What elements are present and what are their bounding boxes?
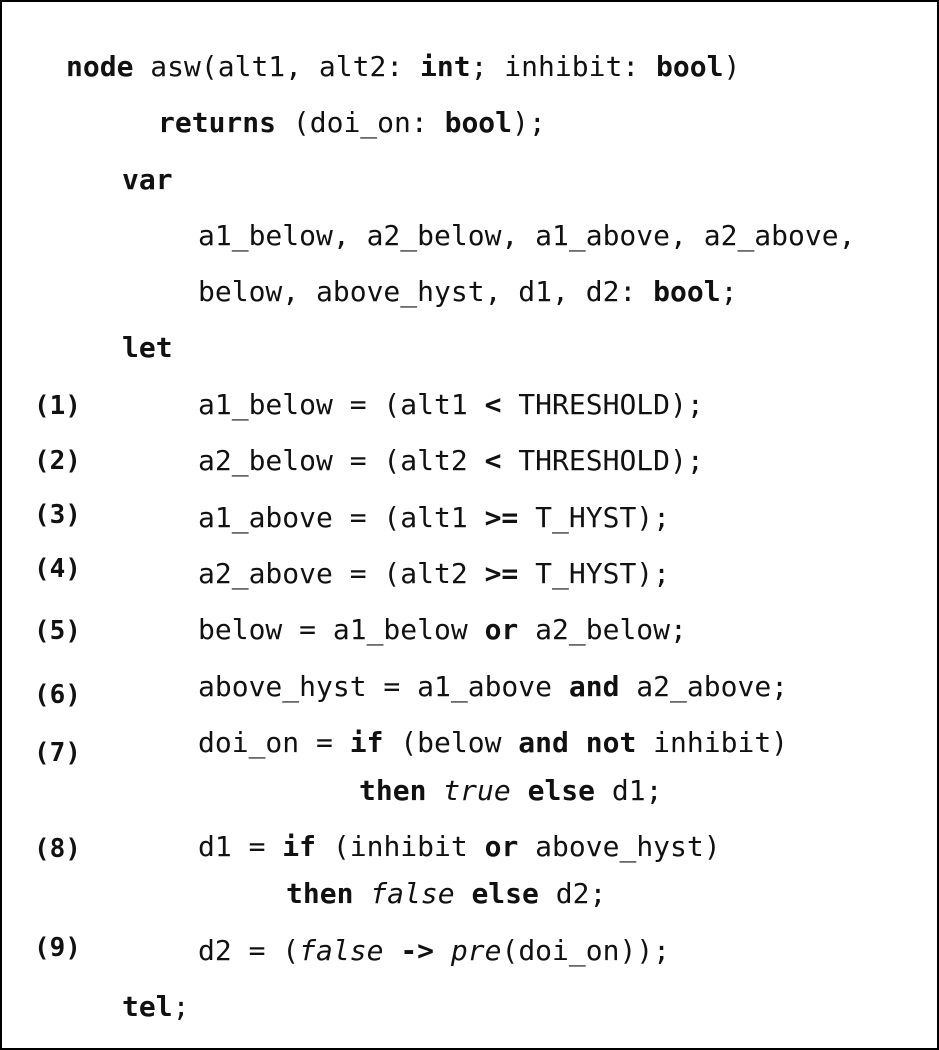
literal-false: false	[299, 934, 384, 967]
var-decl-line-2: below, above_hyst, d1, d2: bool;	[198, 274, 737, 310]
code-text: T_HYST);	[518, 557, 671, 590]
tel-line: tel;	[122, 989, 189, 1025]
code-text: a2_below;	[518, 613, 687, 646]
code-text: (below	[383, 726, 519, 759]
code-text: below = a1_below	[198, 613, 485, 646]
keyword-if: if	[349, 726, 384, 759]
code-text: )	[723, 50, 741, 83]
code-text: d1 =	[198, 830, 283, 863]
operator-less-than: <	[484, 388, 502, 421]
equation-number-7: (7)	[34, 738, 81, 768]
keyword-or: or	[484, 830, 519, 863]
operator-greater-equal: >=	[484, 557, 519, 590]
keyword-else: else	[527, 774, 596, 807]
code-text: a2_below = (alt2	[198, 444, 485, 477]
code-text: above_hyst)	[518, 830, 721, 863]
code-text: d2 = (	[198, 934, 300, 967]
code-text: );	[512, 106, 546, 139]
literal-false: false	[370, 877, 455, 910]
code-text: above_hyst = a1_above	[198, 670, 569, 703]
var-line: var	[122, 162, 173, 198]
keyword-not: not	[585, 726, 637, 759]
equation-9: d2 = (false -> pre(doi_on));	[198, 933, 670, 969]
code-text: d2;	[538, 877, 607, 910]
equation-3: a1_above = (alt1 >= T_HYST);	[198, 500, 670, 536]
keyword-then: then	[286, 877, 354, 910]
operator-less-than: <	[484, 444, 502, 477]
keyword-let: let	[122, 331, 173, 364]
keyword-returns: returns	[158, 106, 277, 139]
equation-2: a2_below = (alt2 < THRESHOLD);	[198, 443, 704, 479]
equation-number-3: (3)	[34, 500, 81, 530]
code-text: ;	[720, 275, 738, 308]
equation-4: a2_above = (alt2 >= T_HYST);	[198, 556, 670, 592]
literal-true: true	[443, 774, 511, 807]
equation-1: a1_below = (alt1 < THRESHOLD);	[198, 387, 704, 423]
let-line: let	[122, 330, 173, 366]
equation-number-5: (5)	[34, 616, 81, 646]
code-text: a2_above;	[619, 670, 789, 703]
code-text: ;	[172, 990, 190, 1023]
equation-number-9: (9)	[34, 933, 81, 963]
operator-arrow: ->	[400, 934, 435, 967]
code-text: asw(alt1, alt2:	[133, 50, 421, 83]
operator-greater-equal: >=	[484, 501, 519, 534]
keyword-or: or	[484, 613, 519, 646]
equation-5: below = a1_below or a2_below;	[198, 612, 687, 648]
code-text: below, above_hyst, d1, d2:	[198, 275, 654, 308]
keyword-then: then	[359, 774, 427, 807]
keyword-node: node	[66, 50, 134, 83]
keyword-if: if	[282, 830, 317, 863]
keyword-bool: bool	[444, 106, 513, 139]
equation-6: above_hyst = a1_above and a2_above;	[198, 669, 788, 705]
equation-8: d1 = if (inhibit or above_hyst)	[198, 829, 721, 865]
keyword-and: and	[568, 670, 620, 703]
code-text: doi_on =	[198, 726, 350, 759]
code-text: T_HYST);	[518, 501, 671, 534]
keyword-bool: bool	[653, 275, 721, 308]
code-text: (doi_on));	[501, 934, 671, 967]
equation-number-4: (4)	[34, 554, 81, 584]
code-text: ; inhibit:	[470, 50, 657, 83]
code-text: inhibit)	[636, 726, 789, 759]
code-text: a1_below, a2_below, a1_above, a2_above,	[198, 219, 856, 252]
code-text: (doi_on:	[276, 106, 445, 139]
code-text: THRESHOLD);	[501, 444, 704, 477]
keyword-bool: bool	[656, 50, 724, 83]
equation-7-continuation: then true else d1;	[359, 773, 662, 809]
keyword-and: and	[518, 726, 569, 759]
function-pre: pre	[450, 934, 502, 967]
node-signature-line: node asw(alt1, alt2: int; inhibit: bool)	[66, 49, 740, 85]
equation-7: doi_on = if (below and not inhibit)	[198, 725, 788, 761]
code-text: THRESHOLD);	[501, 388, 704, 421]
equation-number-1: (1)	[34, 391, 81, 421]
code-text: a1_above = (alt1	[198, 501, 485, 534]
equation-number-8: (8)	[34, 834, 81, 864]
code-text: a1_below = (alt1	[198, 388, 485, 421]
code-listing: node asw(alt1, alt2: int; inhibit: bool)…	[0, 0, 939, 1050]
code-text: (inhibit	[316, 830, 485, 863]
keyword-tel: tel	[122, 990, 173, 1023]
equation-8-continuation: then false else d2;	[286, 876, 606, 912]
code-text: a2_above = (alt2	[198, 557, 485, 590]
returns-line: returns (doi_on: bool);	[158, 105, 546, 141]
equation-number-2: (2)	[34, 446, 81, 476]
keyword-int: int	[420, 50, 471, 83]
equation-number-6: (6)	[34, 680, 81, 710]
keyword-else: else	[471, 877, 539, 910]
code-text: d1;	[595, 774, 663, 807]
keyword-var: var	[122, 163, 173, 196]
var-decl-line-1: a1_below, a2_below, a1_above, a2_above,	[198, 218, 855, 254]
